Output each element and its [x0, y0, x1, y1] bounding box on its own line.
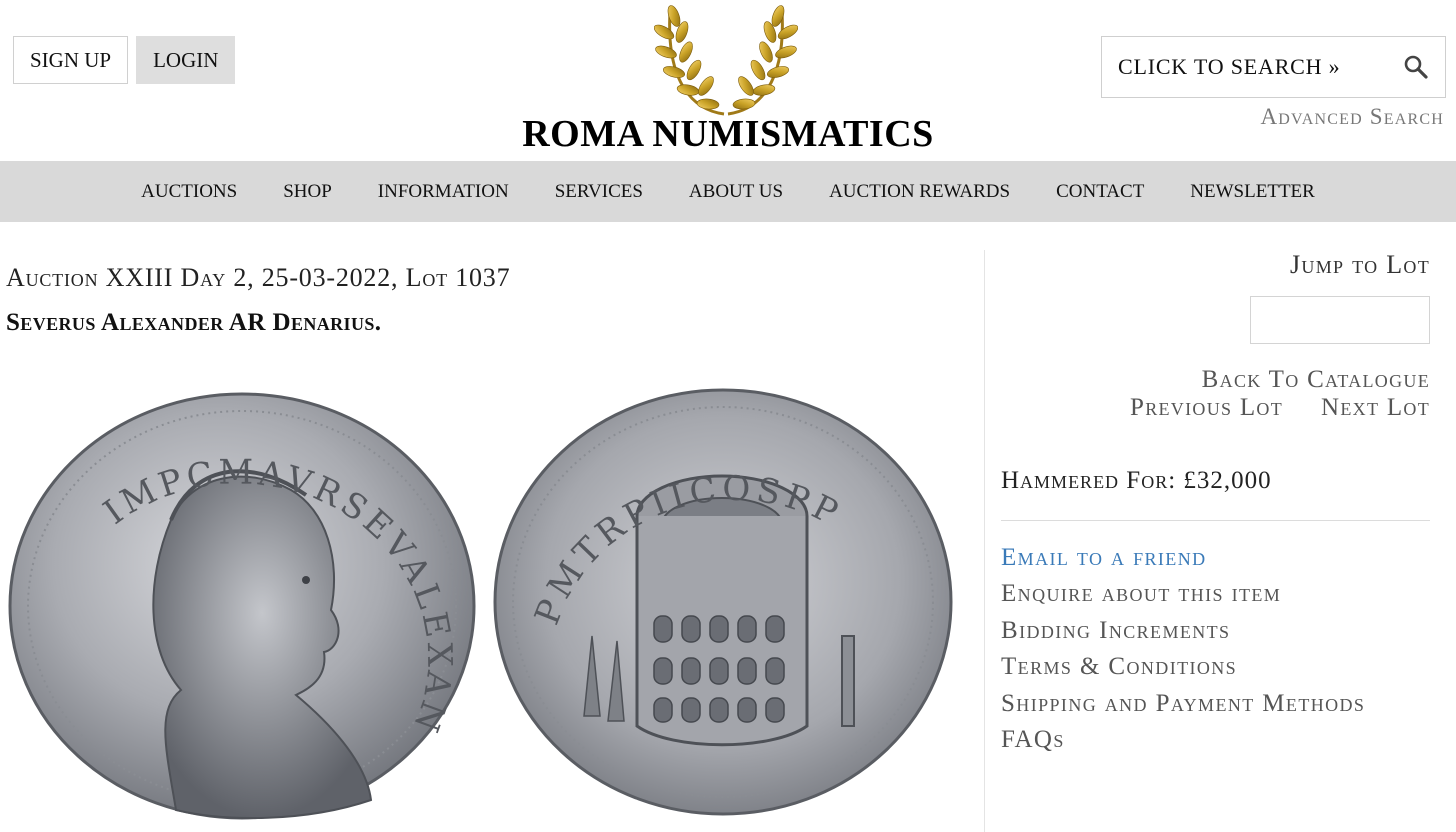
- jump-to-lot-input[interactable]: [1250, 296, 1430, 344]
- coin-obverse-image[interactable]: IMPCMAVRSEVALEXANDAVG: [6, 390, 476, 822]
- search-icon[interactable]: [1403, 54, 1429, 80]
- hammered-label: Hammered For:: [1001, 467, 1177, 494]
- jump-to-lot-label: Jump to Lot: [1290, 250, 1430, 279]
- nav-item-newsletter[interactable]: NEWSLETTER: [1190, 181, 1315, 203]
- nav-item-information[interactable]: INFORMATION: [378, 181, 509, 203]
- enquire-link[interactable]: Enquire about this item: [1001, 576, 1365, 612]
- login-button[interactable]: LOGIN: [136, 36, 236, 84]
- previous-lot-link[interactable]: Previous Lot: [1130, 394, 1283, 422]
- lot-actions-list: Email to a friend Enquire about this ite…: [1001, 540, 1365, 758]
- auth-buttons: SIGN UP LOGIN: [13, 36, 236, 84]
- main-nav: AUCTIONS SHOP INFORMATION SERVICES ABOUT…: [0, 161, 1456, 222]
- lot-header: Auction XXIII Day 2, 25-03-2022, Lot 103…: [6, 263, 511, 292]
- nav-item-auctions[interactable]: AUCTIONS: [141, 181, 237, 203]
- terms-conditions-link[interactable]: Terms & Conditions: [1001, 649, 1365, 685]
- hammered-value: £32,000: [1183, 467, 1272, 494]
- site-logo[interactable]: ROMA NUMISMATICS LIMITED: [448, 0, 1008, 199]
- section-divider: [1001, 520, 1430, 521]
- nav-item-services[interactable]: SERVICES: [555, 181, 643, 203]
- nav-item-shop[interactable]: SHOP: [283, 181, 332, 203]
- lot-pagination: Previous Lot Next Lot: [1130, 394, 1430, 422]
- nav-item-auction-rewards[interactable]: AUCTION REWARDS: [829, 181, 1010, 203]
- column-divider: [984, 250, 985, 832]
- coin-reverse-image[interactable]: PMTRPIICOSPP: [492, 386, 954, 818]
- bidding-increments-link[interactable]: Bidding Increments: [1001, 613, 1365, 649]
- shipping-payment-link[interactable]: Shipping and Payment Methods: [1001, 686, 1365, 722]
- faqs-link[interactable]: FAQs: [1001, 722, 1365, 758]
- lot-title: Severus Alexander AR Denarius.: [6, 309, 382, 336]
- search-label[interactable]: CLICK TO SEARCH »: [1118, 54, 1340, 80]
- email-friend-link[interactable]: Email to a friend: [1001, 540, 1365, 576]
- sign-up-button[interactable]: SIGN UP: [13, 36, 129, 84]
- back-to-catalogue-link[interactable]: Back To Catalogue: [1202, 366, 1430, 394]
- advanced-search-link[interactable]: Advanced Search: [1260, 104, 1444, 130]
- next-lot-link[interactable]: Next Lot: [1321, 394, 1430, 422]
- search-box[interactable]: CLICK TO SEARCH »: [1101, 36, 1446, 98]
- nav-item-about-us[interactable]: ABOUT US: [689, 181, 783, 203]
- nav-item-contact[interactable]: CONTACT: [1056, 181, 1144, 203]
- laurel-wreath-icon: [654, 5, 798, 116]
- hammered-price: Hammered For: £32,000: [1001, 467, 1272, 495]
